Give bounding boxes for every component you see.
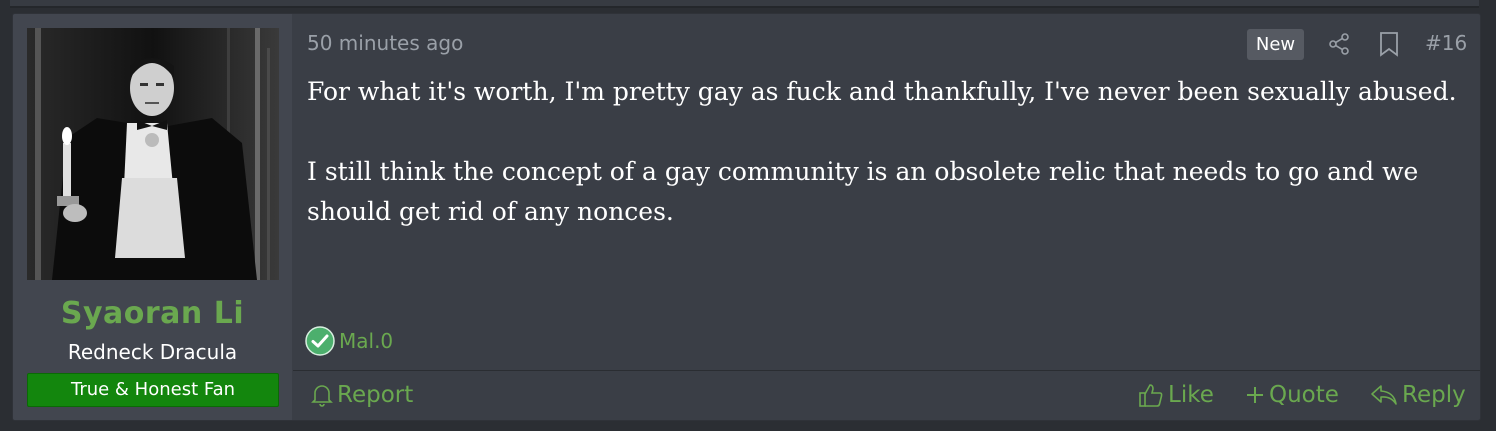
bookmark-icon[interactable] bbox=[1378, 31, 1400, 57]
post-paragraph: For what it's worth, I'm pretty gay as f… bbox=[307, 77, 1457, 106]
user-sidebar: Syaoran Li Redneck Dracula True & Honest… bbox=[13, 14, 292, 420]
bell-icon bbox=[311, 385, 333, 407]
post-paragraph: I still think the concept of a gay commu… bbox=[307, 157, 1419, 226]
reaction-user[interactable]: Mal.0 bbox=[339, 329, 393, 353]
post-main: 50 minutes ago New #16 For what it's wor… bbox=[293, 14, 1480, 420]
quote-label: Quote bbox=[1269, 382, 1339, 408]
reply-button[interactable]: Reply bbox=[1370, 382, 1466, 408]
reply-arrow-icon bbox=[1371, 385, 1397, 405]
quote-button[interactable]: Quote bbox=[1245, 382, 1339, 408]
reactions-bar[interactable]: Mal.0 bbox=[305, 326, 393, 356]
report-label: Report bbox=[337, 382, 414, 408]
report-button[interactable]: Report bbox=[311, 382, 413, 408]
new-badge: New bbox=[1247, 29, 1304, 60]
like-label: Like bbox=[1168, 382, 1214, 408]
post-body: For what it's worth, I'm pretty gay as f… bbox=[307, 72, 1467, 272]
share-icon[interactable] bbox=[1327, 32, 1351, 56]
check-reaction-icon bbox=[305, 326, 335, 356]
post-timestamp[interactable]: 50 minutes ago bbox=[307, 31, 463, 55]
forum-post: Syaoran Li Redneck Dracula True & Honest… bbox=[12, 13, 1481, 421]
thumbs-up-icon bbox=[1139, 384, 1163, 407]
previous-post-edge bbox=[10, 0, 1479, 8]
post-footer: Report Like Quote Reply bbox=[293, 370, 1480, 420]
like-button[interactable]: Like bbox=[1138, 382, 1214, 408]
plus-icon bbox=[1247, 387, 1263, 403]
username[interactable]: Syaoran Li bbox=[13, 296, 292, 331]
reply-label: Reply bbox=[1402, 382, 1466, 408]
avatar[interactable] bbox=[27, 28, 279, 280]
user-title: Redneck Dracula bbox=[67, 340, 238, 364]
user-banner: True & Honest Fan bbox=[27, 373, 279, 407]
post-number[interactable]: #16 bbox=[1425, 31, 1467, 55]
